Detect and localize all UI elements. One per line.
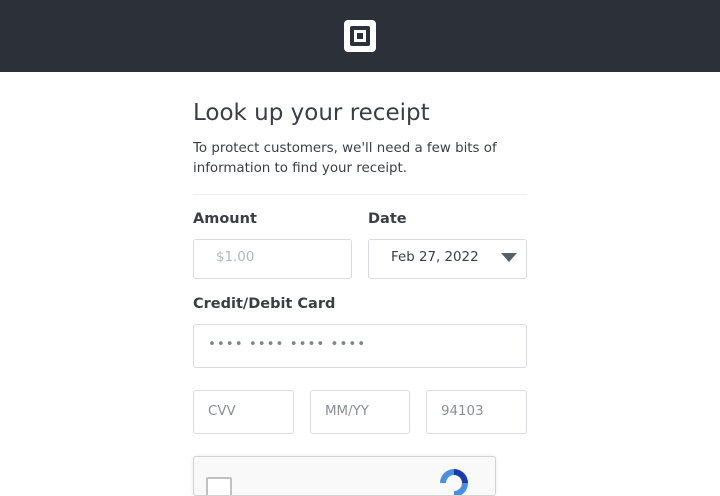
expiry-input[interactable]: MM/YY — [310, 390, 410, 434]
page-title: Look up your receipt — [193, 100, 430, 126]
recaptcha-icon — [440, 469, 468, 495]
date-select[interactable]: Feb 27, 2022 — [368, 239, 527, 279]
card-label: Credit/Debit Card — [193, 296, 336, 312]
page-subtitle: To protect customers, we'll need a few b… — [193, 141, 497, 176]
recaptcha-widget — [193, 456, 496, 496]
divider — [193, 194, 527, 195]
cvv-input[interactable]: CVV — [193, 390, 294, 434]
header-bar — [0, 0, 720, 72]
square-logo-icon[interactable] — [344, 20, 376, 52]
zip-placeholder: 94103 — [441, 404, 484, 419]
zip-input[interactable]: 94103 — [426, 390, 527, 434]
cvv-placeholder: CVV — [208, 404, 236, 419]
amount-input[interactable]: $1.00 — [193, 239, 352, 279]
amount-placeholder: $1.00 — [216, 250, 255, 265]
card-placeholder: •••• •••• •••• •••• — [208, 337, 367, 352]
chevron-down-icon — [501, 253, 517, 262]
amount-label: Amount — [193, 211, 257, 227]
date-label: Date — [368, 211, 407, 227]
date-value: Feb 27, 2022 — [391, 250, 479, 265]
card-number-input[interactable]: •••• •••• •••• •••• — [193, 324, 527, 368]
expiry-placeholder: MM/YY — [325, 404, 369, 419]
